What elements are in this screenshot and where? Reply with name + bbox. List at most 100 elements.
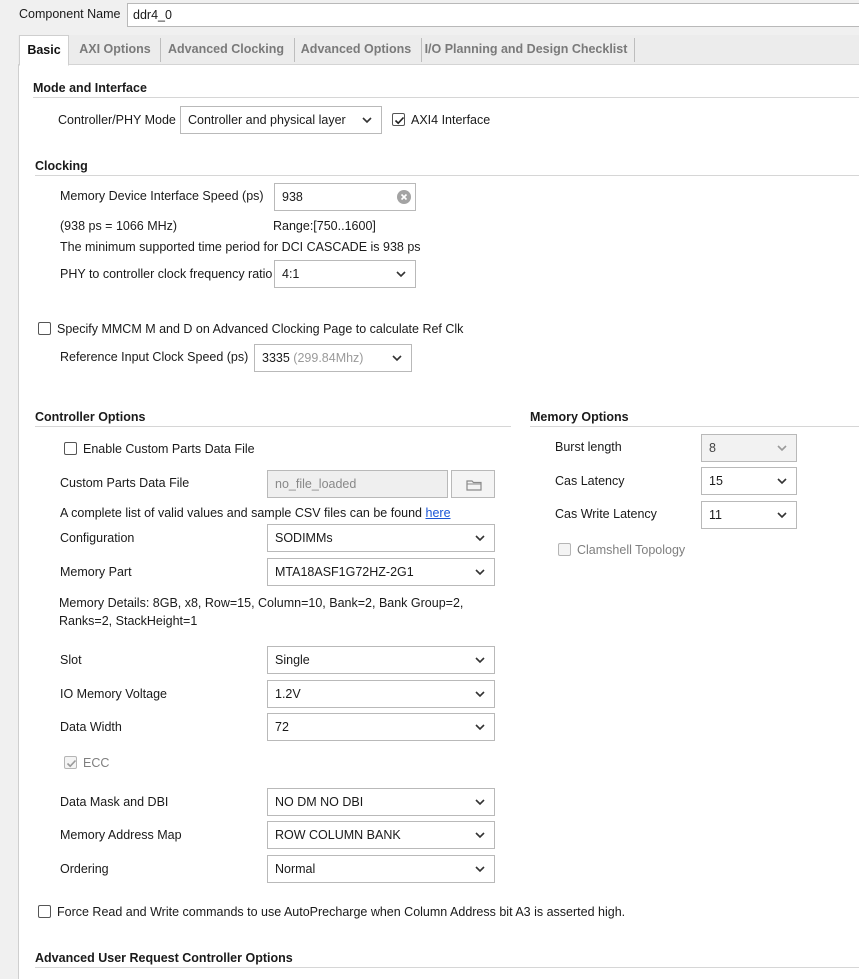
ordering-value: Normal	[275, 862, 316, 876]
clamshell-checkbox[interactable]	[558, 543, 571, 556]
speed-range-text: Range:[750..1600]	[273, 219, 376, 233]
memory-part-label: Memory Part	[60, 565, 132, 579]
mmcm-checkbox[interactable]	[38, 322, 51, 335]
speed-input[interactable]: 938	[274, 183, 416, 211]
memory-part-select[interactable]: MTA18ASF1G72HZ-2G1	[267, 558, 495, 586]
slot-value: Single	[275, 653, 310, 667]
chevron-down-icon	[475, 657, 485, 664]
cas-write-latency-value: 11	[709, 508, 722, 522]
cas-latency-label: Cas Latency	[555, 474, 625, 488]
address-map-value: ROW COLUMN BANK	[275, 828, 401, 842]
phy-mode-label: Controller/PHY Mode	[58, 113, 176, 127]
speed-frequency-note: (938 ps = 1066 MHz)	[60, 219, 178, 233]
ref-clock-hint: (299.84Mhz)	[293, 351, 364, 365]
csv-note: A complete list of valid values and samp…	[60, 506, 451, 520]
data-mask-label: Data Mask and DBI	[60, 795, 169, 809]
divider	[35, 175, 859, 176]
divider	[33, 97, 859, 98]
memory-details-line1: Memory Details: 8GB, x8, Row=15, Column=…	[59, 596, 464, 610]
left-gutter	[0, 30, 18, 979]
tab-separator	[294, 38, 295, 62]
tab-advanced-clocking[interactable]: Advanced Clocking	[162, 35, 290, 65]
cas-latency-value: 15	[709, 474, 723, 488]
checkmark-icon	[66, 759, 77, 768]
chevron-down-icon	[392, 355, 402, 362]
ref-clock-label: Reference Input Clock Speed (ps)	[60, 350, 249, 364]
dci-cascade-note: The minimum supported time period for DC…	[60, 240, 421, 254]
burst-length-label: Burst length	[555, 440, 622, 454]
clocking-heading: Clocking	[35, 159, 88, 173]
chevron-down-icon	[777, 512, 787, 519]
io-voltage-label: IO Memory Voltage	[60, 687, 167, 701]
mmcm-label: Specify MMCM M and D on Advanced Clockin…	[57, 322, 464, 336]
component-name-input[interactable]: ddr4_0	[127, 3, 859, 27]
controller-options-heading: Controller Options	[35, 410, 146, 424]
ref-clock-select[interactable]: 3335 (299.84Mhz)	[254, 344, 412, 372]
clear-icon[interactable]	[397, 190, 411, 204]
cas-write-latency-select[interactable]: 11	[701, 501, 797, 529]
memory-details-line2: Ranks=2, StackHeight=1	[59, 614, 198, 628]
divider	[35, 426, 511, 427]
phy-mode-select[interactable]: Controller and physical layer	[180, 106, 382, 134]
custom-file-input[interactable]: no_file_loaded	[267, 470, 448, 498]
autoprecharge-label: Force Read and Write commands to use Aut…	[57, 905, 626, 919]
address-map-label: Memory Address Map	[60, 828, 182, 842]
data-mask-value: NO DM NO DBI	[275, 795, 364, 809]
tab-separator	[160, 38, 161, 62]
custom-file-label: Custom Parts Data File	[60, 476, 190, 490]
clock-ratio-select[interactable]: 4:1	[274, 260, 416, 288]
chevron-down-icon	[362, 117, 372, 124]
tab-basic[interactable]: Basic	[19, 35, 69, 66]
ecc-label: ECC	[83, 756, 110, 770]
component-name-label: Component Name	[19, 7, 121, 21]
io-voltage-select[interactable]: 1.2V	[267, 680, 495, 708]
chevron-down-icon	[777, 445, 787, 452]
speed-value: 938	[282, 190, 303, 204]
configuration-select[interactable]: SODIMMs	[267, 524, 495, 552]
slot-label: Slot	[60, 653, 82, 667]
browse-file-button[interactable]	[451, 470, 495, 498]
chevron-down-icon	[475, 799, 485, 806]
cas-latency-select[interactable]: 15	[701, 467, 797, 495]
burst-length-select[interactable]: 8	[701, 434, 797, 462]
io-voltage-value: 1.2V	[275, 687, 301, 701]
divider	[530, 426, 859, 427]
burst-length-value: 8	[709, 441, 716, 455]
speed-label: Memory Device Interface Speed (ps)	[60, 189, 264, 203]
chevron-down-icon	[475, 866, 485, 873]
csv-note-text: A complete list of valid values and samp…	[60, 506, 423, 520]
chevron-down-icon	[475, 691, 485, 698]
ordering-label: Ordering	[60, 862, 109, 876]
clock-ratio-value: 4:1	[282, 267, 300, 281]
chevron-down-icon	[777, 478, 787, 485]
ref-clock-value: 3335	[262, 351, 290, 365]
tab-io-planning[interactable]: I/O Planning and Design Checklist	[423, 35, 629, 65]
clamshell-label: Clamshell Topology	[577, 543, 686, 557]
ecc-checkbox[interactable]	[64, 756, 77, 769]
address-map-select[interactable]: ROW COLUMN BANK	[267, 821, 495, 849]
slot-select[interactable]: Single	[267, 646, 495, 674]
autoprecharge-checkbox[interactable]	[38, 905, 51, 918]
chevron-down-icon	[475, 569, 485, 576]
clock-ratio-label: PHY to controller clock frequency ratio	[60, 267, 273, 281]
tab-separator	[634, 38, 635, 62]
data-width-value: 72	[275, 720, 289, 734]
phy-mode-value: Controller and physical layer	[188, 113, 346, 127]
checkmark-icon	[394, 116, 405, 125]
tab-advanced-options[interactable]: Advanced Options	[296, 35, 416, 65]
chevron-down-icon	[475, 535, 485, 542]
tab-axi-options[interactable]: AXI Options	[72, 35, 158, 65]
chevron-down-icon	[396, 271, 406, 278]
custom-parts-checkbox[interactable]	[64, 442, 77, 455]
ordering-select[interactable]: Normal	[267, 855, 495, 883]
axi4-interface-checkbox[interactable]	[392, 113, 405, 126]
memory-part-value: MTA18ASF1G72HZ-2G1	[275, 565, 414, 579]
data-mask-select[interactable]: NO DM NO DBI	[267, 788, 495, 816]
divider	[35, 967, 859, 968]
data-width-select[interactable]: 72	[267, 713, 495, 741]
tab-separator	[421, 38, 422, 62]
axi4-interface-label: AXI4 Interface	[411, 113, 491, 127]
csv-here-link[interactable]: here	[426, 506, 451, 520]
custom-parts-label: Enable Custom Parts Data File	[83, 442, 255, 456]
chevron-down-icon	[475, 832, 485, 839]
